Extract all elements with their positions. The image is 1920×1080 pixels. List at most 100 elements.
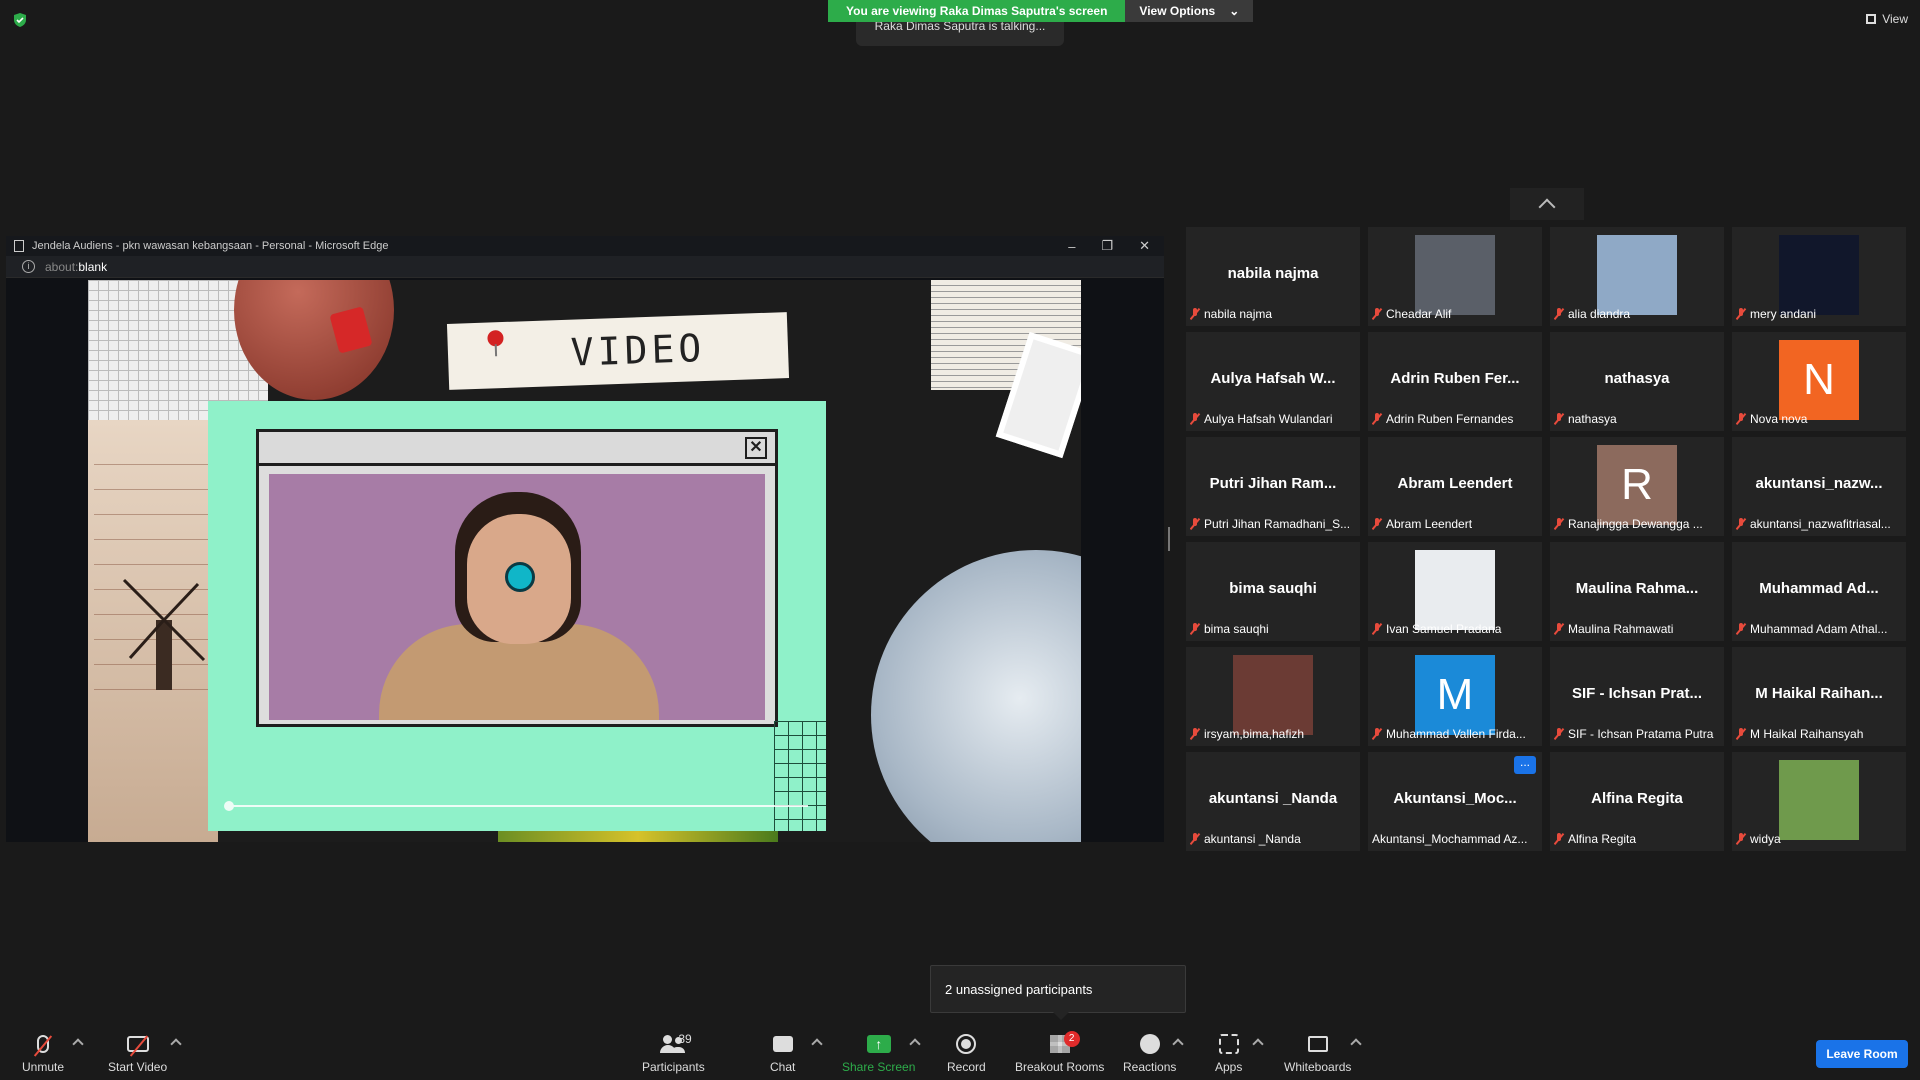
participant-tile[interactable]: nathasya nathasya: [1550, 332, 1724, 431]
participant-tile[interactable]: M Haikal Raihan... M Haikal Raihansyah: [1732, 647, 1906, 746]
unassigned-participants-text: 2 unassigned participants: [945, 981, 1093, 997]
participant-name: nabila najma: [1204, 307, 1273, 321]
participant-name: irsyam,bima,hafizh: [1204, 727, 1305, 741]
participant-video-thumbnail: [1233, 655, 1313, 735]
participant-tile[interactable]: SIF - Ichsan Prat... SIF - Ichsan Pratama…: [1550, 647, 1724, 746]
participant-name: akuntansi_nazwafitriasal...: [1750, 517, 1891, 531]
apps-icon: [1218, 1034, 1239, 1054]
progress-handle[interactable]: [224, 801, 234, 811]
zoom-meeting-window: Raka Dimas Saputra is talking... You are…: [0, 0, 1920, 1080]
participant-tile[interactable]: Akuntansi_Moc...... Akuntansi_Mochammad A…: [1368, 752, 1542, 851]
participant-tile[interactable]: irsyam,bima,hafizh: [1186, 647, 1360, 746]
close-icon[interactable]: ✕: [745, 437, 767, 459]
muted-microphone-icon: [1190, 413, 1200, 425]
participant-tile[interactable]: Maulina Rahma... Maulina Rahmawati: [1550, 542, 1724, 641]
reactions-button[interactable]: Reactions: [1123, 1032, 1176, 1074]
apps-options-caret-icon[interactable]: [1252, 1038, 1264, 1050]
security-shield-icon[interactable]: [12, 12, 28, 28]
muted-microphone-icon: [1190, 728, 1200, 740]
participant-tile[interactable]: mery andani: [1732, 227, 1906, 326]
participant-tile[interactable]: Cheadar Alif: [1368, 227, 1542, 326]
participant-tile[interactable]: R Ranajingga Dewangga ...: [1550, 437, 1724, 536]
video-player-frame: ✕: [256, 429, 778, 727]
participant-name-label: Akuntansi_Mochammad Az...: [1372, 831, 1540, 847]
participant-name-label: nathasya: [1554, 411, 1722, 427]
minimize-icon[interactable]: –: [1068, 239, 1075, 254]
close-icon[interactable]: ✕: [1139, 238, 1150, 254]
participant-tile[interactable]: alia diandra: [1550, 227, 1724, 326]
info-icon[interactable]: i: [22, 260, 35, 273]
participant-name: Putri Jihan Ramadhani_S...: [1204, 517, 1351, 531]
grid-decoration: [774, 721, 826, 831]
participant-display-name: Aulya Hafsah W...: [1210, 370, 1336, 387]
participant-tile[interactable]: akuntansi_nazw... akuntansi_nazwafitriasa…: [1732, 437, 1906, 536]
participant-name-label: alia diandra: [1554, 306, 1722, 322]
participant-name-label: Putri Jihan Ramadhani_S...: [1190, 516, 1358, 532]
participant-name: Adrin Ruben Fernandes: [1386, 412, 1514, 426]
participant-tile[interactable]: akuntansi _Nanda akuntansi _Nanda: [1186, 752, 1360, 851]
muted-microphone-icon: [1736, 413, 1746, 425]
participant-display-name: bima sauqhi: [1229, 580, 1317, 597]
view-options-button[interactable]: View Options ⌄: [1125, 0, 1254, 22]
participant-display-name: Adrin Ruben Fer...: [1390, 370, 1520, 387]
start-video-button[interactable]: Start Video: [108, 1032, 167, 1074]
participants-button[interactable]: 39 Participants: [642, 1032, 705, 1074]
audio-options-caret-icon[interactable]: [72, 1038, 84, 1050]
participant-display-name: Akuntansi_Moc...: [1393, 790, 1517, 807]
apps-button[interactable]: Apps: [1215, 1032, 1242, 1074]
view-layout-button[interactable]: View: [1866, 12, 1908, 26]
whiteboards-button[interactable]: Whiteboards: [1284, 1032, 1351, 1074]
muted-microphone-icon: [1372, 308, 1382, 320]
more-options-button[interactable]: ...: [1514, 756, 1536, 774]
participant-tile[interactable]: widya: [1732, 752, 1906, 851]
muted-microphone-icon: [1554, 413, 1564, 425]
whiteboards-label: Whiteboards: [1284, 1060, 1352, 1074]
whiteboards-options-caret-icon[interactable]: [1350, 1038, 1362, 1050]
participant-tile[interactable]: Abram Leendert Abram Leendert: [1368, 437, 1542, 536]
chat-button[interactable]: Chat: [770, 1032, 795, 1074]
document-icon: [14, 240, 24, 252]
address-bar[interactable]: i about:blank: [6, 256, 1164, 278]
participant-name: M Haikal Raihansyah: [1750, 727, 1864, 741]
muted-microphone-icon: [1190, 308, 1200, 320]
participant-tile[interactable]: N Nova nova: [1732, 332, 1906, 431]
participant-display-name: akuntansi _Nanda: [1208, 790, 1338, 807]
record-button[interactable]: Record: [947, 1032, 986, 1074]
unassigned-participants-tooltip: 2 unassigned participants: [930, 965, 1186, 1020]
muted-microphone-icon: [1736, 833, 1746, 845]
participant-avatar-letter: N: [1779, 340, 1859, 420]
video-progress-bar[interactable]: [224, 801, 808, 811]
address-url[interactable]: about:blank: [45, 260, 107, 274]
video-frame[interactable]: [269, 474, 765, 720]
muted-microphone-icon: [1372, 413, 1382, 425]
pushpin-icon: [487, 329, 504, 347]
participant-tile[interactable]: Alfina Regita Alfina Regita: [1550, 752, 1724, 851]
video-options-caret-icon[interactable]: [170, 1038, 182, 1050]
participant-tile[interactable]: Muhammad Ad... Muhammad Adam Athal...: [1732, 542, 1906, 641]
windmill-image: [122, 578, 206, 690]
participant-tile[interactable]: Ivan Samuel Pradana: [1368, 542, 1542, 641]
participant-display-name: Alfina Regita: [1591, 790, 1683, 807]
participant-tile[interactable]: M Muhammad Vallen Firda...: [1368, 647, 1542, 746]
participant-name: alia diandra: [1568, 307, 1631, 321]
participant-name-label: Abram Leendert: [1372, 516, 1540, 532]
gallery-collapse-button[interactable]: [1510, 188, 1584, 220]
participant-tile[interactable]: Aulya Hafsah W... Aulya Hafsah Wulandari: [1186, 332, 1360, 431]
participant-tile[interactable]: Adrin Ruben Fer... Adrin Ruben Fernandes: [1368, 332, 1542, 431]
browser-titlebar: Jendela Audiens - pkn wawasan kebangsaan…: [6, 236, 1164, 256]
participant-tile[interactable]: Putri Jihan Ram... Putri Jihan Ramadhani_…: [1186, 437, 1360, 536]
participant-tile[interactable]: nabila najma nabila najma: [1186, 227, 1360, 326]
participant-tile[interactable]: bima sauqhi bima sauqhi: [1186, 542, 1360, 641]
chat-options-caret-icon[interactable]: [811, 1038, 823, 1050]
participant-video-thumbnail: [1415, 550, 1495, 630]
panel-splitter-handle[interactable]: [1168, 527, 1170, 551]
breakout-rooms-button[interactable]: 2 Breakout Rooms: [1015, 1031, 1104, 1074]
participant-name-label: Nova nova: [1736, 411, 1904, 427]
reactions-label: Reactions: [1123, 1060, 1177, 1074]
unmute-button[interactable]: Unmute: [22, 1032, 64, 1074]
muted-microphone-icon: [1736, 308, 1746, 320]
restore-icon[interactable]: ❐: [1101, 238, 1113, 254]
leave-room-button[interactable]: Leave Room: [1816, 1040, 1908, 1068]
gallery-grid-icon: [1866, 14, 1877, 24]
share-screen-button[interactable]: ↑ Share Screen: [842, 1032, 915, 1074]
